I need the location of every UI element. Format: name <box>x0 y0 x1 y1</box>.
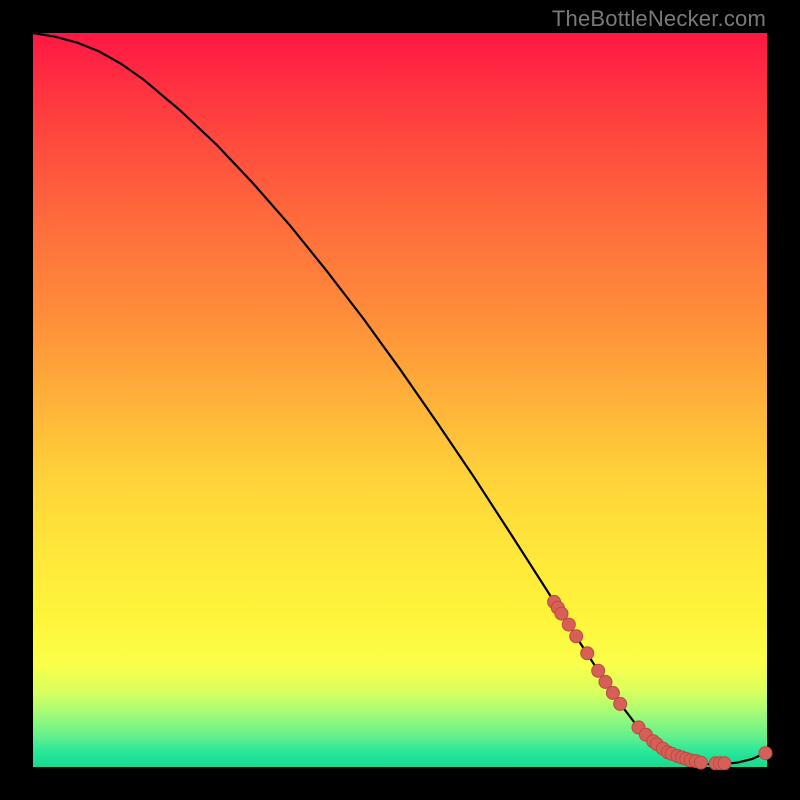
data-marker <box>570 630 583 643</box>
data-marker <box>592 664 605 677</box>
data-marker <box>614 697 627 710</box>
data-marker <box>694 756 707 769</box>
data-marker <box>606 686 619 699</box>
data-marker <box>581 647 594 660</box>
data-marker <box>599 675 612 688</box>
chart-frame: TheBottleNecker.com <box>0 0 800 800</box>
data-marker <box>759 747 772 760</box>
data-marker <box>562 618 575 631</box>
data-marker <box>718 757 731 770</box>
watermark-label: TheBottleNecker.com <box>552 6 766 32</box>
chart-overlay <box>33 33 767 767</box>
bottleneck-curve <box>33 33 767 764</box>
data-markers <box>548 595 772 769</box>
data-marker <box>555 607 568 620</box>
